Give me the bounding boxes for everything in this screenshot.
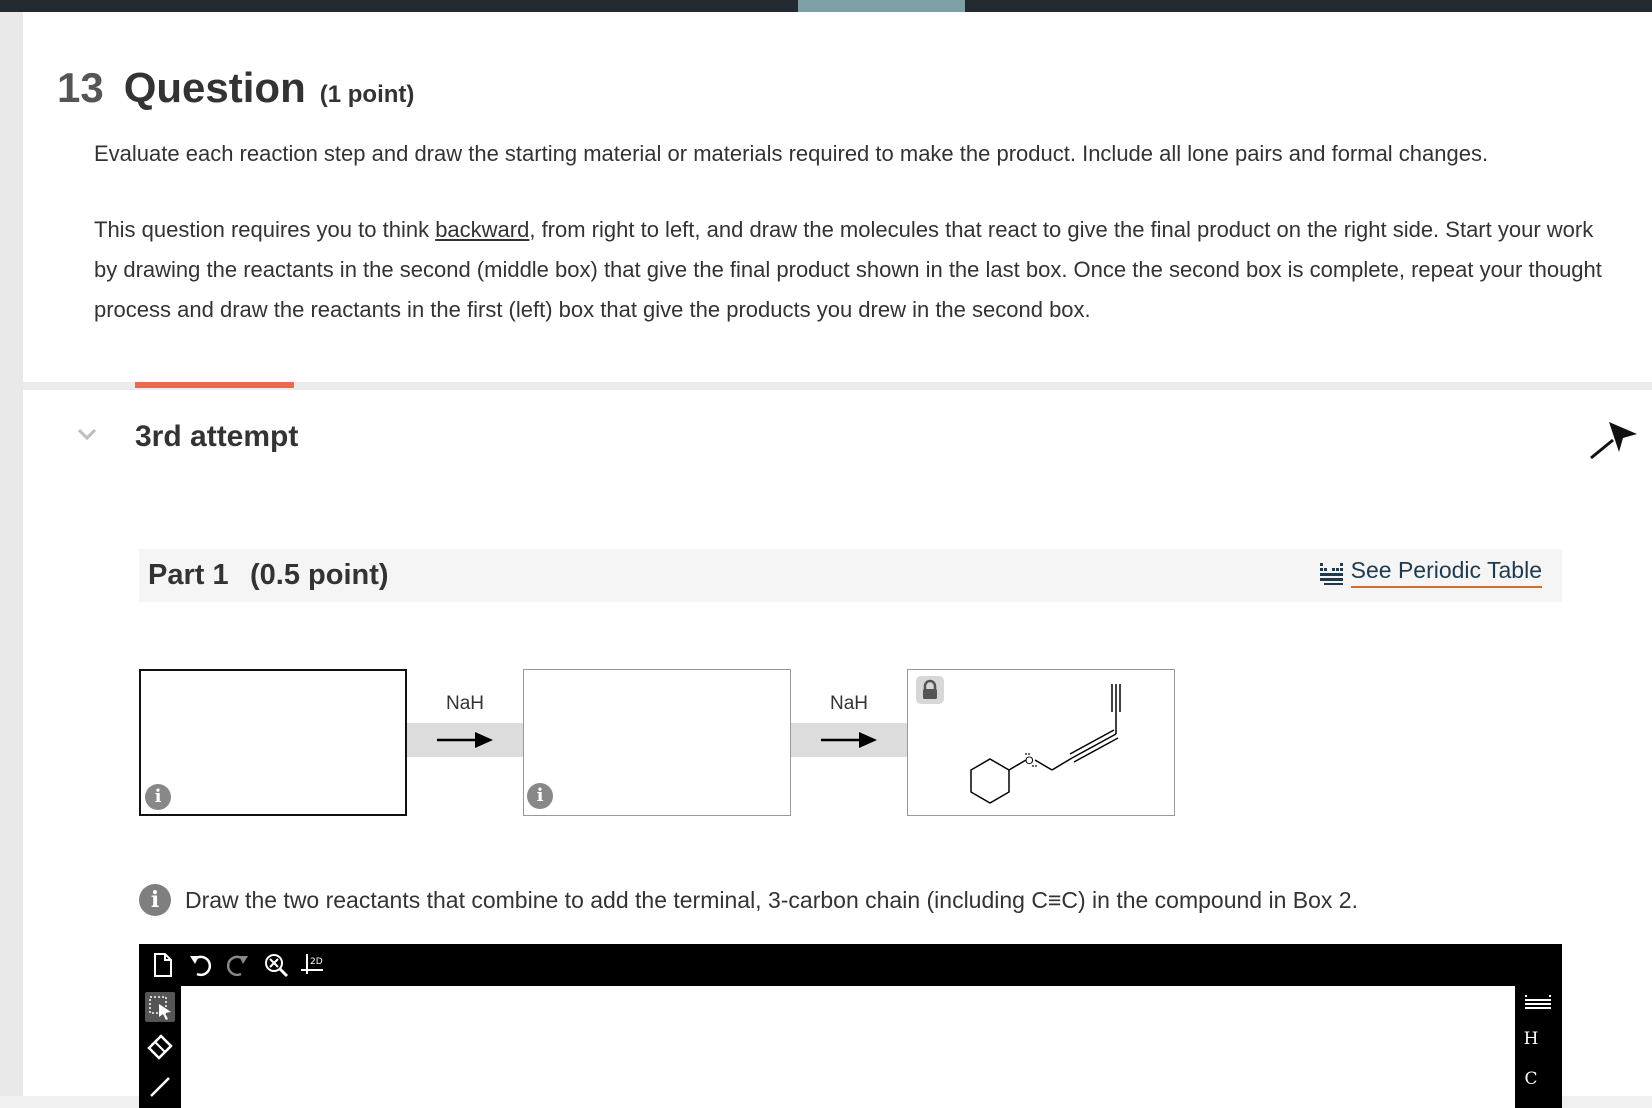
info-icon: i <box>139 884 171 916</box>
para2-part-a: This question requires you to think <box>94 217 436 242</box>
periodic-table-icon <box>1319 562 1343 585</box>
periodic-table-link[interactable]: See Periodic Table <box>1319 557 1542 588</box>
question-instruction-backward: This question requires you to think back… <box>94 210 1614 330</box>
right-arrow-icon <box>437 732 493 748</box>
question-card: 13 Question (1 point) Evaluate each reac… <box>23 12 1652 1108</box>
top-bar-active-tab[interactable] <box>798 0 965 12</box>
clean-2d-label: 2D <box>310 957 323 967</box>
right-arrow-icon <box>821 732 877 748</box>
chevron-down-icon[interactable] <box>75 424 99 444</box>
question-number: 13 <box>57 64 104 111</box>
question-title: Question <box>123 64 306 111</box>
periodic-table-icon[interactable] <box>1523 992 1553 1014</box>
attempt-accent-bar <box>135 382 294 388</box>
part-label: Part 1 <box>148 559 229 591</box>
reaction-arrow-1 <box>407 723 523 757</box>
single-bond-icon[interactable] <box>145 1072 175 1102</box>
periodic-table-link-text[interactable]: See Periodic Table <box>1350 557 1542 588</box>
backward-emphasis: backward <box>435 217 530 242</box>
element-h-button[interactable]: H <box>1515 1029 1547 1049</box>
new-document-icon[interactable] <box>147 950 177 980</box>
reaction-arrow-2 <box>791 723 907 757</box>
product-structure: O <box>970 684 1121 804</box>
element-c-button[interactable]: C <box>1515 1069 1547 1089</box>
product-box: O <box>907 669 1175 816</box>
redo-icon[interactable] <box>223 950 253 980</box>
zoom-reset-icon[interactable] <box>261 950 291 980</box>
question-points: (1 point) <box>319 81 415 108</box>
select-tool-icon[interactable] <box>145 992 175 1022</box>
pushpin-icon[interactable] <box>1583 414 1639 460</box>
clean-2d-icon[interactable]: 2D <box>299 950 329 980</box>
hint-text: Draw the two reactants that combine to a… <box>185 886 1358 913</box>
info-icon[interactable]: i <box>527 783 553 809</box>
undo-icon[interactable] <box>185 950 215 980</box>
editor-toolbar: 2D <box>139 944 1562 986</box>
editor-left-toolbar <box>139 986 181 1108</box>
reagent-1-label: NaH <box>445 693 484 714</box>
reactant-box-1[interactable]: i <box>139 669 407 816</box>
info-icon[interactable]: i <box>145 784 171 810</box>
question-instruction: Evaluate each reaction step and draw the… <box>94 141 1489 166</box>
reagent-2-label: NaH <box>829 693 868 714</box>
part-points: (0.5 point) <box>250 559 389 591</box>
part-header: Part 1 (0.5 point) See Periodic Table <box>139 549 1562 602</box>
attempt-label: 3rd attempt <box>135 420 299 453</box>
reactant-box-2[interactable]: i <box>523 669 791 816</box>
drawing-canvas[interactable] <box>181 986 1515 1108</box>
left-gutter <box>0 12 23 1096</box>
question-header: 13 Question (1 point) <box>57 64 414 112</box>
hint-row: i Draw the two reactants that combine to… <box>139 884 1358 916</box>
eraser-icon[interactable] <box>145 1032 175 1062</box>
